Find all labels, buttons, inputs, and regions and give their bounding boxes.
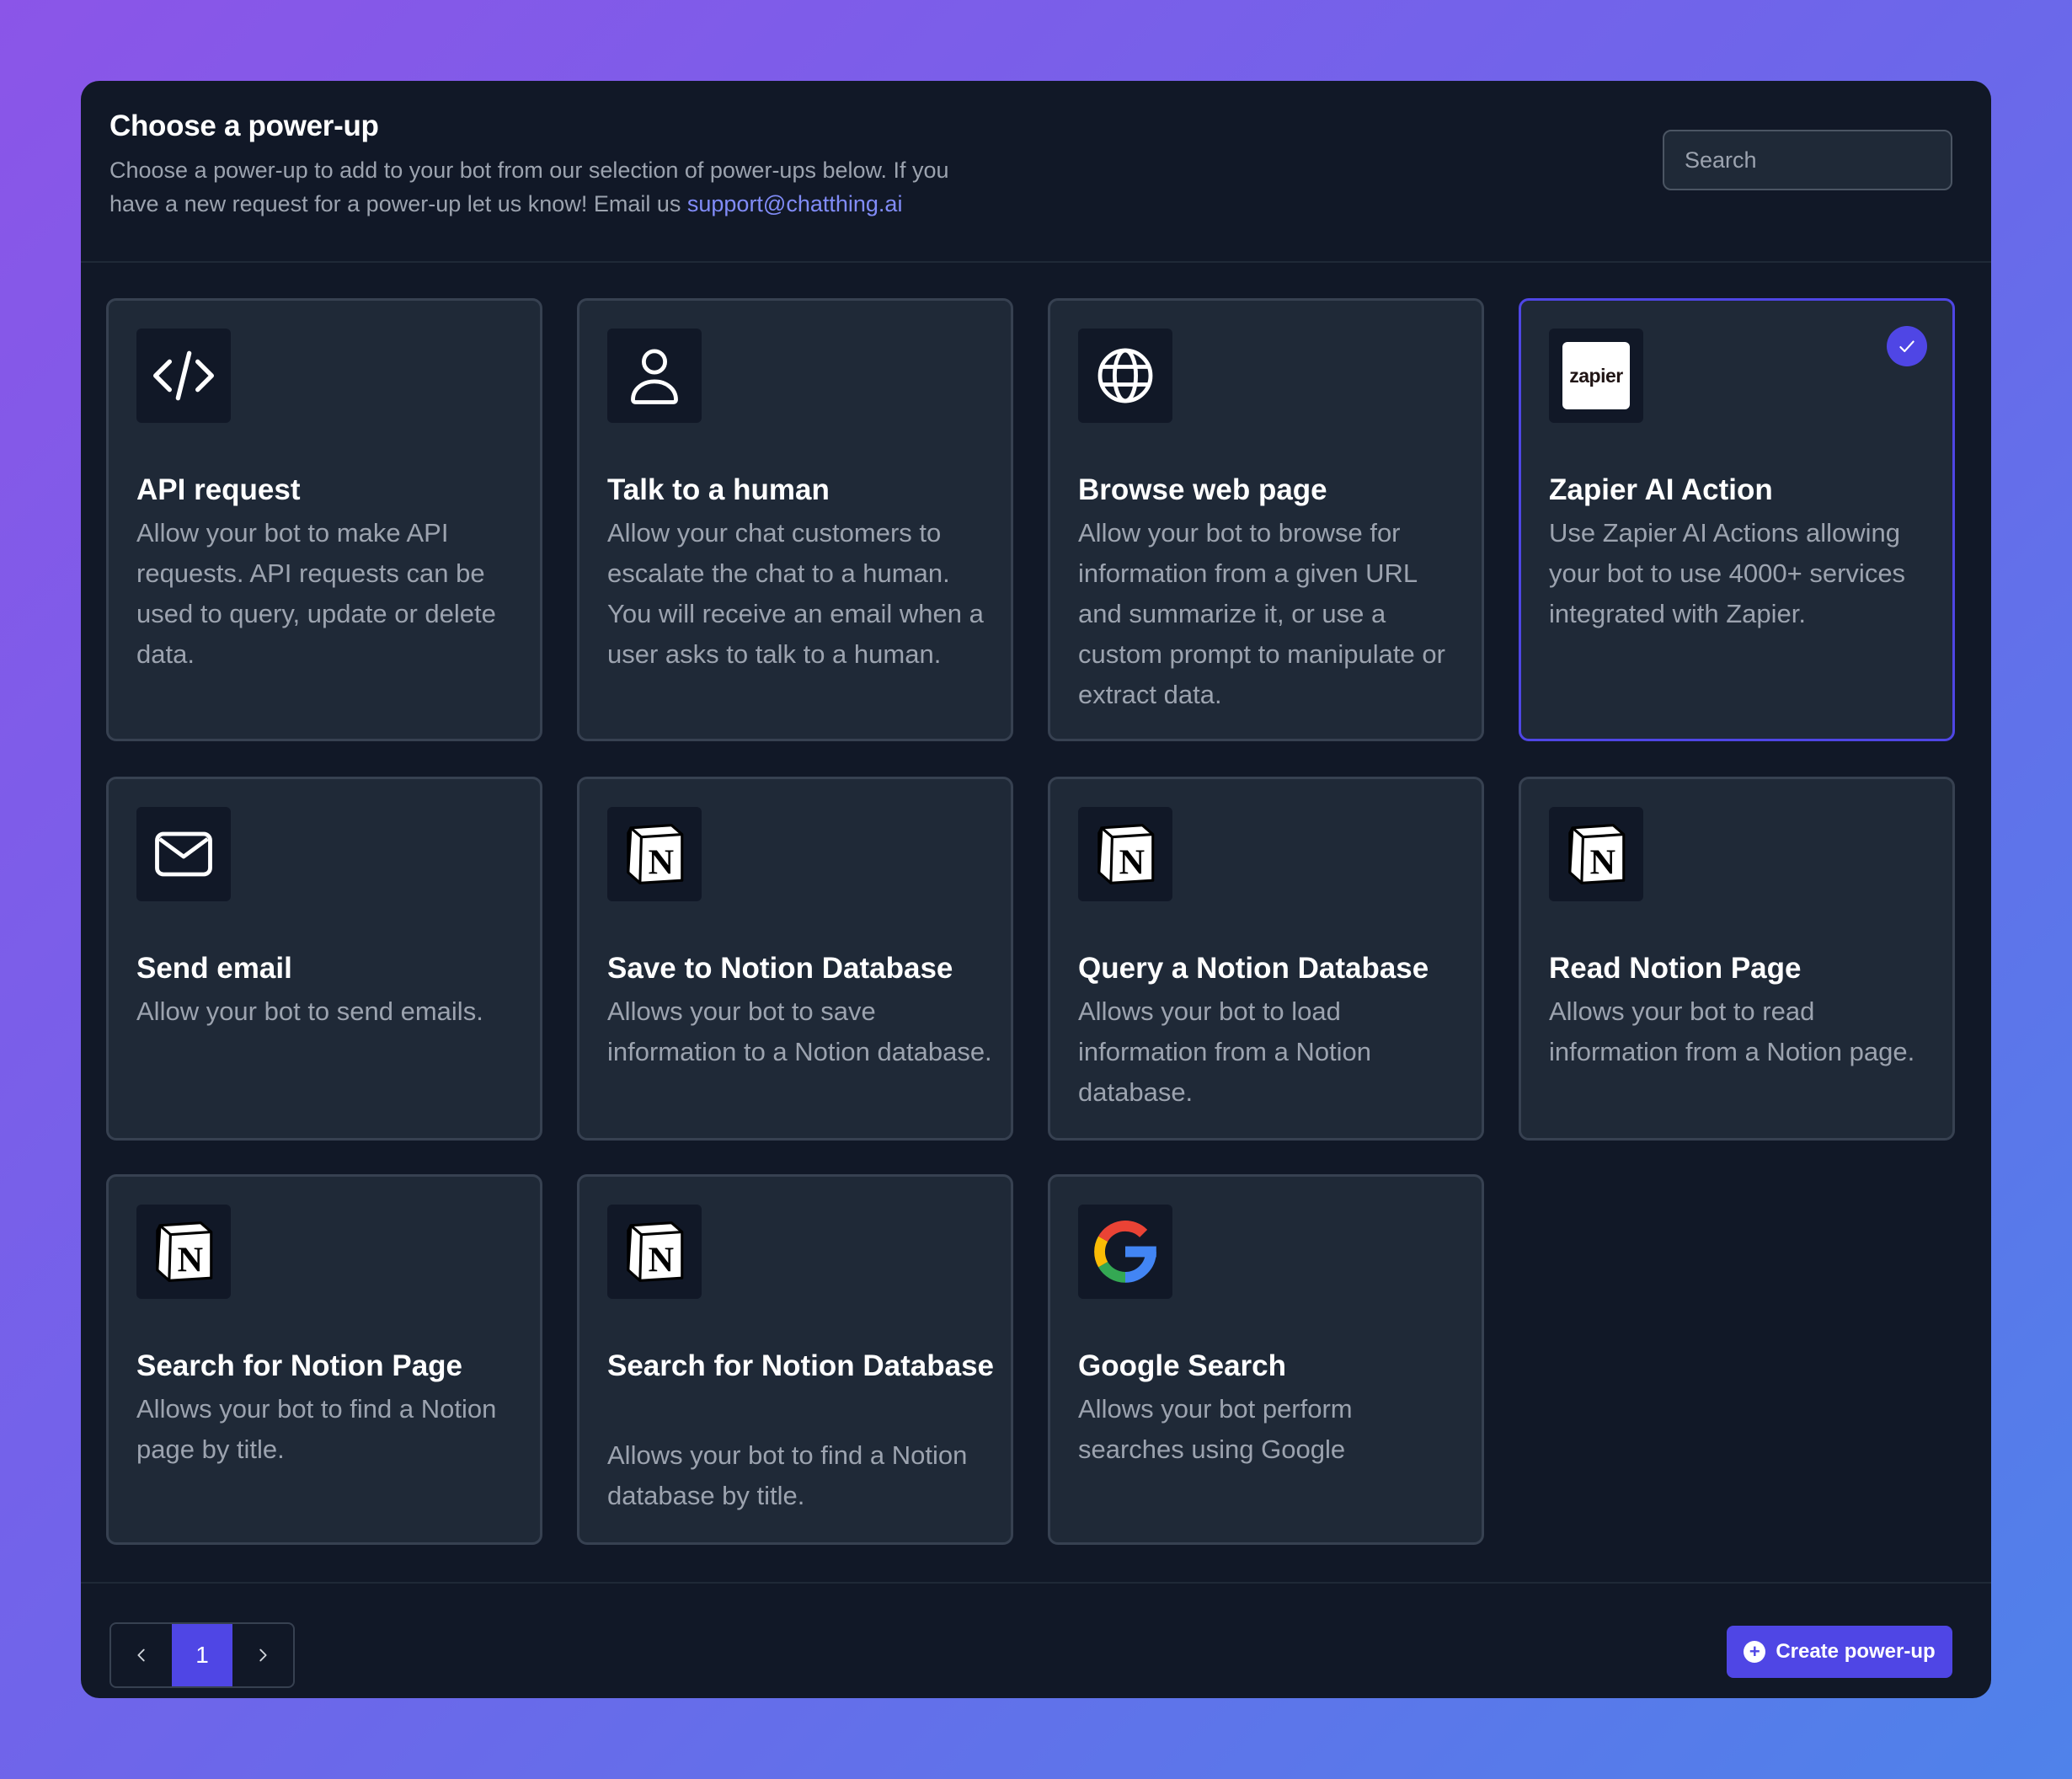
card-description: Allows your bot to find a Notion page by… xyxy=(136,1394,497,1464)
card-description: Allows your bot to find a Notion databas… xyxy=(607,1440,968,1510)
card-title: Save to Notion Database xyxy=(607,952,953,985)
card-google-search[interactable]: Google Search Allows your bot perform se… xyxy=(1048,1174,1484,1545)
card-title: API request xyxy=(136,473,301,506)
chevron-left-icon[interactable] xyxy=(111,1624,172,1686)
envelope-icon xyxy=(136,807,231,901)
card-title: Talk to a human xyxy=(607,473,830,506)
card-title: Google Search xyxy=(1078,1349,1287,1382)
card-talk-to-human[interactable]: Talk to a human Allow your chat customer… xyxy=(577,298,1013,741)
card-title: Send email xyxy=(136,952,292,985)
notion-logo: N xyxy=(607,1205,702,1299)
globe-icon xyxy=(1078,329,1172,423)
card-api-request[interactable]: API request Allow your bot to make API r… xyxy=(106,298,542,741)
card-description: Allows your bot to read information from… xyxy=(1549,996,1915,1066)
search-input[interactable] xyxy=(1663,130,1952,190)
card-title: Browse web page xyxy=(1078,473,1327,506)
page-button-current[interactable]: 1 xyxy=(172,1624,232,1686)
notion-logo: N xyxy=(1078,807,1172,901)
svg-text:N: N xyxy=(649,1240,674,1279)
selected-check-icon xyxy=(1887,326,1927,366)
card-description: Allows your bot to load information from… xyxy=(1078,996,1372,1107)
svg-text:N: N xyxy=(1119,842,1145,882)
card-description: Allow your bot to browse for information… xyxy=(1078,518,1445,709)
card-description: Allow your chat customers to escalate th… xyxy=(607,518,984,669)
modal-subtitle: Choose a power-up to add to your bot fro… xyxy=(109,153,1002,221)
card-search-notion-page[interactable]: N Search for Notion Page Allows your bot… xyxy=(106,1174,542,1545)
card-send-email[interactable]: Send email Allow your bot to send emails… xyxy=(106,777,542,1141)
card-search-notion-database[interactable]: N Search for Notion Database Allows your… xyxy=(577,1174,1013,1545)
card-read-notion-page[interactable]: N Read Notion Page Allows your bot to re… xyxy=(1519,777,1955,1141)
plus-circle-icon: + xyxy=(1744,1641,1766,1663)
card-query-notion-database[interactable]: N Query a Notion Database Allows your bo… xyxy=(1048,777,1484,1141)
card-description: Allows your bot to save information to a… xyxy=(607,996,992,1066)
card-description: Use Zapier AI Actions allowing your bot … xyxy=(1549,518,1906,628)
svg-text:N: N xyxy=(178,1240,203,1279)
svg-text:N: N xyxy=(649,842,674,882)
power-up-modal: Choose a power-up Choose a power-up to a… xyxy=(81,81,1991,1698)
card-description: Allow your bot to send emails. xyxy=(136,996,483,1026)
card-description: Allows your bot perform searches using G… xyxy=(1078,1394,1353,1464)
zapier-logo: zapier xyxy=(1549,329,1643,423)
notion-logo: N xyxy=(607,807,702,901)
create-power-up-label: Create power-up xyxy=(1776,1640,1936,1663)
notion-logo: N xyxy=(136,1205,231,1299)
card-browse-web-page[interactable]: Browse web page Allow your bot to browse… xyxy=(1048,298,1484,741)
card-title: Search for Notion Database xyxy=(607,1349,994,1382)
zapier-logo-text: zapier xyxy=(1562,342,1630,409)
modal-footer: 1 + Create power-up xyxy=(81,1582,1991,1698)
chevron-right-icon[interactable] xyxy=(232,1624,293,1686)
support-email-link[interactable]: support@chatthing.ai xyxy=(687,191,903,216)
person-icon xyxy=(607,329,702,423)
notion-logo: N xyxy=(1549,807,1643,901)
card-save-to-notion-database[interactable]: N Save to Notion Database Allows your bo… xyxy=(577,777,1013,1141)
modal-title: Choose a power-up xyxy=(109,110,379,142)
pagination: 1 xyxy=(109,1622,295,1688)
modal-header: Choose a power-up Choose a power-up to a… xyxy=(81,81,1991,263)
code-icon xyxy=(136,329,231,423)
card-description: Allow your bot to make API requests. API… xyxy=(136,518,496,669)
create-power-up-button[interactable]: + Create power-up xyxy=(1727,1626,1952,1678)
card-zapier-ai-action[interactable]: zapier Zapier AI Action Use Zapier AI Ac… xyxy=(1519,298,1955,741)
card-title: Read Notion Page xyxy=(1549,952,1802,985)
svg-text:N: N xyxy=(1590,842,1615,882)
card-title: Zapier AI Action xyxy=(1549,473,1773,506)
card-title: Search for Notion Page xyxy=(136,1349,463,1382)
card-title: Query a Notion Database xyxy=(1078,952,1429,985)
google-logo xyxy=(1078,1205,1172,1299)
